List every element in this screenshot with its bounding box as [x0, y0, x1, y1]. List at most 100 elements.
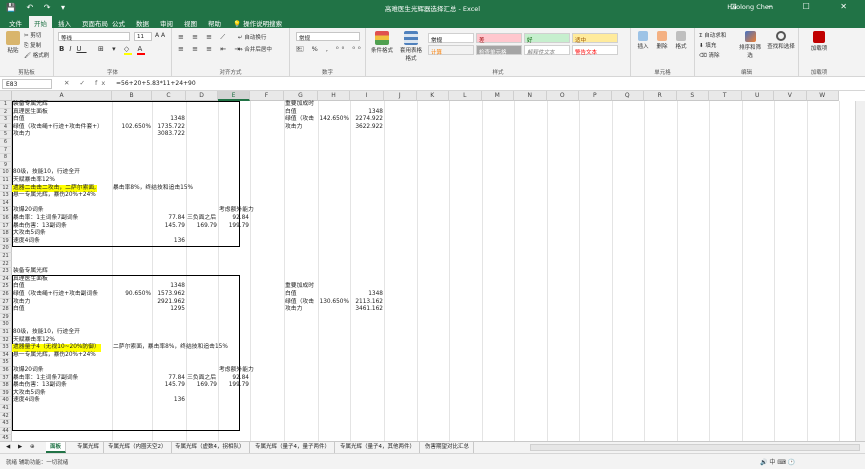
row-header-8[interactable]: 8	[0, 154, 12, 162]
row-header-7[interactable]: 7	[0, 146, 12, 155]
row-header-21[interactable]: 21	[0, 253, 12, 261]
tab-review[interactable]: 审阅	[155, 16, 178, 28]
row-header-15[interactable]: 15	[0, 207, 12, 215]
wrap-text-button[interactable]: ↵ 自动换行	[238, 33, 266, 41]
cell-c27[interactable]: 2921.962	[152, 299, 186, 307]
tell-me-search[interactable]: 💡 操作说明搜索	[228, 16, 287, 28]
cell-a3[interactable]: 白值	[12, 116, 26, 124]
style-calculation[interactable]: 计算	[428, 45, 474, 56]
cell-a16[interactable]: 暴击率：1主词条7副词条	[12, 215, 79, 223]
row-header-27[interactable]: 27	[0, 298, 12, 307]
sheet-tab-quantum-other[interactable]: 专属光辉（量子4，其他两件）	[336, 442, 421, 453]
row-header-16[interactable]: 16	[0, 215, 12, 223]
row-header-42[interactable]: 42	[0, 412, 12, 421]
cell-e17[interactable]: 199.79	[218, 223, 250, 231]
cell-i26[interactable]: 1348	[350, 291, 384, 299]
row-header-30[interactable]: 30	[0, 321, 12, 329]
cell-b33[interactable]: 二萨尔索面，暴击率8%，终结技和追击15%	[112, 344, 229, 352]
fill-button[interactable]: ⬇ 填充	[699, 41, 716, 49]
bold-icon[interactable]: B	[59, 45, 69, 53]
cell-g3[interactable]: 绿值（攻击	[284, 116, 315, 124]
column-header-g[interactable]: G	[284, 91, 318, 101]
cell-a19[interactable]: 速度4词条	[12, 238, 41, 246]
row-header-6[interactable]: 6	[0, 139, 12, 147]
cell-h3[interactable]: 142.650%	[318, 116, 350, 124]
row-header-40[interactable]: 40	[0, 397, 12, 405]
column-header-a[interactable]: A	[12, 91, 112, 101]
autosum-button[interactable]: Σ 自动求和	[699, 31, 726, 39]
cell-g1[interactable]: 重要加成时	[284, 101, 315, 109]
number-format-icons[interactable]: 🖭 % , ⁰⁰ ⁰⁰	[296, 45, 364, 56]
cell-a11[interactable]: 天赋暴击率12%	[12, 177, 56, 185]
column-header-f[interactable]: F	[250, 91, 284, 101]
style-warning[interactable]: 警告文本	[572, 45, 618, 56]
style-neutral[interactable]: 适中	[572, 33, 618, 44]
style-check-cell[interactable]: 检查单元格	[476, 45, 522, 56]
column-header-j[interactable]: J	[384, 91, 417, 101]
cell-a26[interactable]: 绿值（攻击绳+行迹+攻击副词条	[12, 291, 99, 299]
insert-cells-button[interactable]: 插入	[635, 31, 651, 50]
cell-c17[interactable]: 145.79	[152, 223, 186, 231]
column-header-h[interactable]: H	[318, 91, 350, 101]
cell-a40[interactable]: 速度4词条	[12, 397, 41, 405]
paste-button[interactable]: 粘贴	[4, 31, 22, 54]
conditional-format-button[interactable]: 条件格式	[370, 31, 394, 54]
column-header-r[interactable]: R	[644, 91, 677, 101]
sheet-tab-damage-summary[interactable]: 伤害期望对比汇总	[421, 442, 475, 453]
border-fill-color-icons[interactable]: ⊞ ▾ ◇ A	[98, 45, 146, 55]
column-header-m[interactable]: M	[481, 91, 514, 101]
cell-g4[interactable]: 攻击力	[284, 124, 303, 132]
tab-view[interactable]: 视图	[179, 16, 202, 28]
row-header-39[interactable]: 39	[0, 389, 12, 398]
row-header-14[interactable]: 14	[0, 199, 12, 208]
cell-e15[interactable]: 考虑额外能力	[218, 207, 255, 215]
cell-a34[interactable]: 悬一专属光辉，暴伤20%+24%	[12, 352, 97, 360]
cell-c5[interactable]: 3083.722	[152, 131, 186, 139]
row-header-31[interactable]: 31	[0, 329, 12, 337]
cell-g25[interactable]: 重要加成时	[284, 283, 315, 291]
row-header-28[interactable]: 28	[0, 306, 12, 314]
sheet-tab-quantum-two[interactable]: 专属光辉（量子4，量子两件）	[251, 442, 336, 453]
row-header-17[interactable]: 17	[0, 222, 12, 231]
row-header-18[interactable]: 18	[0, 230, 12, 238]
row-header-36[interactable]: 36	[0, 367, 12, 375]
row-header-22[interactable]: 22	[0, 260, 12, 269]
select-all-corner[interactable]	[0, 91, 12, 101]
row-header-5[interactable]: 5	[0, 131, 12, 139]
cell-b12[interactable]: 暴击率8%，终结技和追击15%	[112, 185, 194, 193]
format-as-table-button[interactable]: 套用表格格式	[398, 31, 424, 62]
horizontal-scrollbar[interactable]	[530, 444, 860, 451]
cell-d37[interactable]: 三负面之后	[186, 375, 217, 383]
font-grow-shrink-icon[interactable]: A A	[155, 32, 165, 39]
sort-filter-button[interactable]: 排序和筛选	[737, 31, 763, 59]
row-header-34[interactable]: 34	[0, 351, 12, 360]
cell-a36[interactable]: 攻爆20词条	[12, 367, 45, 375]
cut-button[interactable]: ✂ 剪切	[24, 31, 41, 39]
cell-i3[interactable]: 2274.922	[350, 116, 384, 124]
row-header-41[interactable]: 41	[0, 405, 12, 413]
tab-home[interactable]: 开始	[29, 16, 52, 28]
cell-a23[interactable]: 装备专属光辉	[12, 268, 49, 276]
row-header-43[interactable]: 43	[0, 420, 12, 428]
row-header-12[interactable]: 12	[0, 184, 12, 193]
cell-i2[interactable]: 1348	[350, 109, 384, 117]
style-explanatory[interactable]: 解释性文本	[524, 45, 570, 56]
row-header-3[interactable]: 3	[0, 116, 12, 124]
column-header-s[interactable]: S	[676, 91, 709, 101]
cell-a33[interactable]: 遗器量子4（无视10~20%防御）	[12, 344, 101, 352]
row-header-19[interactable]: 19	[0, 237, 12, 246]
format-painter-button[interactable]: 🖌 格式刷	[24, 51, 49, 59]
sheet-tab-panel[interactable]: 面板	[46, 442, 67, 453]
vertical-scrollbar[interactable]	[855, 101, 865, 441]
cell-a25[interactable]: 白值	[12, 283, 26, 291]
cell-c16[interactable]: 77.84	[152, 215, 186, 223]
row-header-35[interactable]: 35	[0, 359, 12, 367]
cell-c26[interactable]: 1573.962	[152, 291, 186, 299]
cell-b26[interactable]: 90.650%	[112, 291, 152, 299]
row-header-20[interactable]: 20	[0, 245, 12, 253]
row-header-13[interactable]: 13	[0, 192, 12, 200]
clear-button[interactable]: ⌫ 清除	[699, 51, 720, 59]
row-header-37[interactable]: 37	[0, 374, 12, 383]
column-header-u[interactable]: U	[741, 91, 774, 101]
cell-i27[interactable]: 2113.162	[350, 299, 384, 307]
